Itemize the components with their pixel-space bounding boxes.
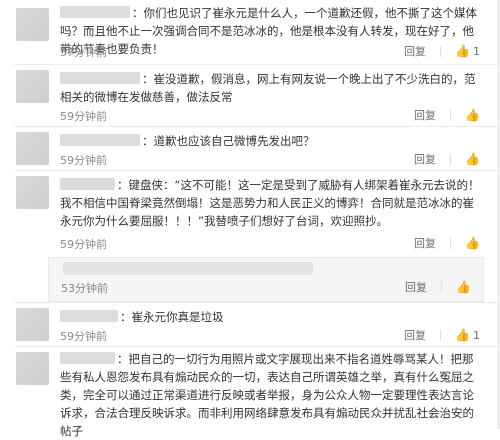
divider	[14, 170, 500, 171]
divider	[14, 346, 500, 347]
thumb-up-icon[interactable]: 👍	[465, 237, 480, 249]
avatar[interactable]	[16, 308, 49, 341]
avatar[interactable]	[16, 132, 49, 165]
comment-meta: 59分钟前 回复 👍	[60, 236, 480, 252]
divider	[440, 329, 442, 341]
comment-text: ：键盘侠：“这不可能！这一定是受到了威胁有人绑架着崔永元去说的！我不相信中国脊梁…	[60, 178, 480, 228]
comment-meta: 59分钟前 回复 👍	[60, 108, 480, 124]
like-count: 1	[473, 328, 480, 342]
divider	[450, 153, 452, 165]
thumb-up-icon[interactable]: 👍	[455, 45, 470, 57]
comment-meta: 59分钟前 回复 👍 1	[60, 328, 480, 344]
comment-text: ：把自己的一切行为用照片或文字展现出来不指名道姓辱骂某人！把那些有私人恩怨发布具…	[60, 352, 474, 438]
divider	[441, 281, 443, 293]
username[interactable]	[60, 72, 140, 84]
reply-button[interactable]: 回复	[414, 151, 436, 167]
avatar[interactable]	[16, 176, 49, 209]
thumb-up-icon[interactable]: 👍	[465, 109, 480, 121]
like-count: 1	[473, 44, 480, 58]
comment-time: 59分钟前	[60, 238, 107, 251]
comment-body: ：崔没道歉，假消息，网上有网友说一个晚上出了不少洗白的，范相关的微博在发做慈善，…	[60, 70, 480, 106]
comment-body: ：把自己的一切行为用照片或文字展现出来不指名道姓辱骂某人！把那些有私人恩怨发布具…	[60, 350, 480, 440]
comment-body: ：键盘侠：“这不可能！这一定是受到了威胁有人绑架着崔永元去说的！我不相信中国脊梁…	[60, 176, 480, 230]
divider	[450, 109, 452, 121]
username[interactable]	[60, 352, 115, 364]
reply-button[interactable]: 回复	[404, 43, 426, 59]
comment-time: 57分钟前	[60, 46, 107, 59]
divider	[14, 126, 500, 127]
comment-body: ：崔永元你真是垃圾	[60, 308, 480, 326]
nested-reply: 53分钟前 回复 👍	[48, 257, 484, 302]
reply-button[interactable]: 回复	[414, 235, 436, 251]
avatar[interactable]	[16, 352, 49, 385]
comment-meta: 57分钟前 回复 👍 1	[60, 44, 480, 60]
comment-list: ：你们也见识了崔永元是什么人，一个道歉还假，他不撕了这个媒体吗？而且他不止一次强…	[0, 0, 500, 438]
avatar[interactable]	[16, 8, 49, 41]
divider	[14, 302, 500, 303]
username[interactable]	[60, 178, 115, 190]
comment-time: 53分钟前	[61, 282, 108, 295]
comment-meta: 59分钟前 回复 👍	[60, 152, 480, 168]
thumb-up-icon[interactable]: 👍	[465, 153, 480, 165]
reply-button[interactable]: 回复	[405, 279, 427, 295]
thumb-up-icon[interactable]: 👍	[456, 281, 471, 293]
username[interactable]	[60, 6, 130, 18]
reply-button[interactable]: 回复	[404, 327, 426, 343]
divider	[440, 45, 442, 57]
thumb-up-icon[interactable]: 👍	[455, 329, 470, 341]
divider	[14, 64, 500, 65]
comment-text: ：道歉也应该自己微博先发出吧？	[142, 134, 315, 148]
comment-body: ：道歉也应该自己微博先发出吧？	[60, 132, 480, 150]
comment-time: 59分钟前	[60, 154, 107, 167]
username[interactable]	[60, 134, 140, 146]
reply-button[interactable]: 回复	[414, 107, 436, 123]
username[interactable]	[60, 310, 118, 322]
avatar[interactable]	[16, 70, 49, 103]
comment-time: 59分钟前	[60, 110, 107, 123]
comment-text: ：崔永元你真是垃圾	[120, 310, 224, 324]
comment-time: 59分钟前	[60, 330, 107, 343]
divider	[450, 237, 452, 249]
reply-text	[63, 262, 313, 275]
